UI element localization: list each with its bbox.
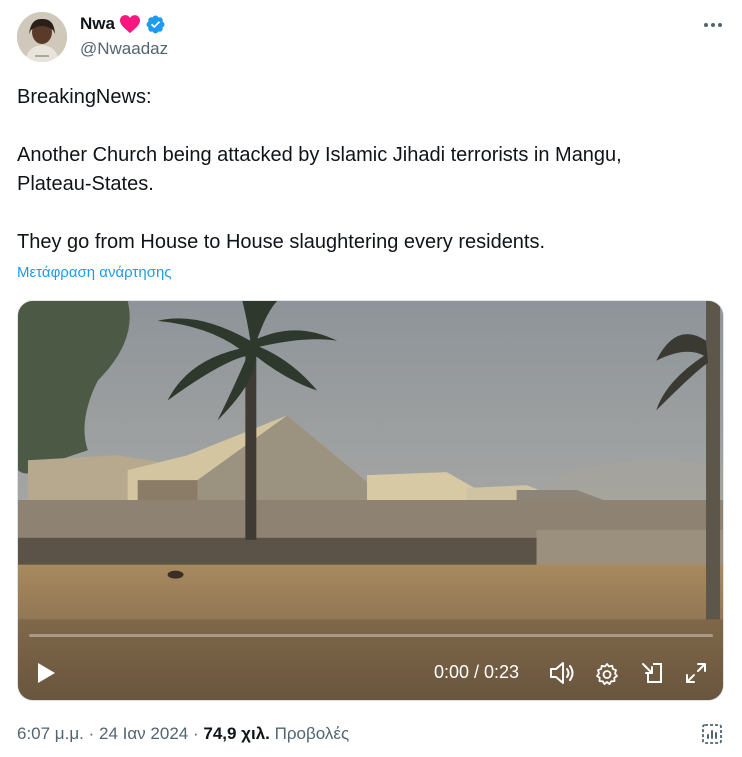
tweet-time[interactable]: 6:07 μ.μ. [17, 724, 84, 743]
volume-button[interactable] [548, 660, 576, 686]
more-options-icon[interactable] [700, 14, 726, 36]
meta-separator: · [192, 724, 199, 743]
picture-in-picture-icon [642, 663, 662, 683]
settings-button[interactable] [594, 661, 619, 686]
author-name-row[interactable]: Nwa [80, 13, 166, 35]
views-count: 74,9 χιλ. [203, 724, 270, 743]
heart-icon [119, 14, 141, 34]
author-handle[interactable]: @Nwaadaz [80, 39, 168, 59]
tweet-text: BreakingNews: Another Church being attac… [17, 83, 717, 257]
tweet-date[interactable]: 24 Ιαν 2024 [99, 724, 188, 743]
views-label: Προβολές [274, 724, 350, 743]
tweet-meta: 6:07 μ.μ. · 24 Ιαν 2024 · 74,9 χιλ. Προβ… [17, 724, 349, 744]
picture-in-picture-button[interactable] [640, 661, 664, 685]
meta-separator: · [88, 724, 95, 743]
analytics-icon[interactable] [700, 722, 724, 746]
video-time: 0:00 / 0:23 [434, 662, 520, 682]
play-button[interactable] [34, 661, 58, 685]
tweet-line: BreakingNews: [17, 86, 152, 108]
tweet-line: Another Church being attacked by Islamic… [17, 144, 622, 195]
verified-icon[interactable] [145, 14, 166, 35]
video-progress-bar[interactable] [29, 634, 713, 637]
volume-icon [550, 662, 574, 684]
translate-post-link[interactable]: Μετάφραση ανάρτησης [17, 264, 172, 281]
tweet-line: They go from House to House slaughtering… [17, 231, 546, 253]
avatar[interactable] [17, 12, 67, 62]
fullscreen-icon [686, 663, 706, 683]
video-player[interactable] [17, 300, 724, 701]
settings-icon [595, 662, 618, 685]
video-frame [18, 301, 723, 700]
fullscreen-button[interactable] [684, 661, 708, 685]
play-icon [38, 663, 55, 683]
display-name[interactable]: Nwa [80, 14, 115, 34]
